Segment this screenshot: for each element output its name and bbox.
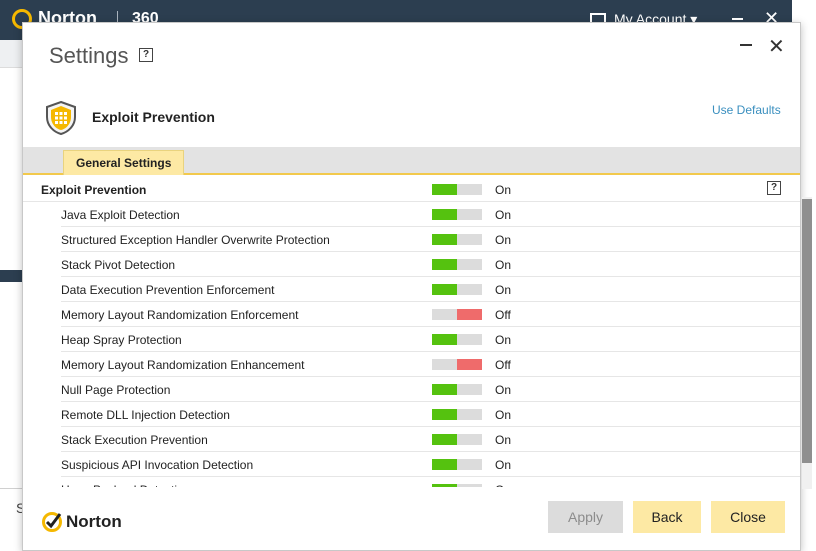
- toggle-on-fill: [432, 459, 457, 470]
- setting-label: Data Execution Prevention Enforcement: [61, 283, 275, 297]
- toggle-state-label: On: [495, 183, 512, 197]
- toggle-on-fill: [432, 284, 457, 295]
- apply-button[interactable]: Apply: [548, 501, 623, 533]
- toggle-switch[interactable]: [432, 259, 482, 270]
- toggle-switch[interactable]: [432, 359, 482, 370]
- setting-label: Stack Pivot Detection: [61, 258, 176, 272]
- toggle-on-fill: [432, 434, 457, 445]
- footer-logo: Norton: [41, 511, 122, 533]
- settings-row: Memory Layout Randomization Enhancement O…: [23, 352, 800, 377]
- back-button[interactable]: Back: [633, 501, 701, 533]
- toggle-on-fill: [432, 334, 457, 345]
- setting-label: Java Exploit Detection: [61, 208, 180, 222]
- toggle-switch[interactable]: [432, 334, 482, 345]
- settings-row: Java Exploit Detection On: [23, 202, 800, 227]
- toggle-state-label: Off: [495, 308, 511, 322]
- settings-row: Structured Exception Handler Overwrite P…: [23, 227, 800, 252]
- help-icon[interactable]: ?: [767, 181, 781, 195]
- settings-header-row: Exploit Prevention On?: [23, 177, 800, 202]
- toggle-switch[interactable]: [432, 409, 482, 420]
- toggle-on-fill: [432, 234, 457, 245]
- background-panel: [0, 40, 22, 68]
- settings-row: Heap Spray Protection On: [23, 327, 800, 352]
- toggle-on-fill: [432, 259, 457, 270]
- toggle-switch[interactable]: [432, 284, 482, 295]
- setting-label: Remote DLL Injection Detection: [61, 408, 230, 422]
- setting-label: Heap Payload Detection: [61, 483, 190, 487]
- minimize-button[interactable]: [740, 44, 752, 46]
- section-title: Exploit Prevention: [92, 109, 215, 125]
- setting-label: Structured Exception Handler Overwrite P…: [61, 233, 330, 247]
- scrollbar-thumb[interactable]: [802, 199, 812, 463]
- toggle-switch[interactable]: [432, 384, 482, 395]
- toggle-switch[interactable]: [432, 309, 482, 320]
- toggle-on-fill: [432, 409, 457, 420]
- help-icon[interactable]: ?: [139, 48, 153, 62]
- toggle-state-label: On: [495, 283, 512, 297]
- toggle-switch[interactable]: [432, 209, 482, 220]
- norton-check-icon: [42, 512, 62, 532]
- toggle-switch[interactable]: [432, 184, 482, 195]
- toggle-state-label: On: [495, 208, 512, 222]
- setting-label: Memory Layout Randomization Enforcement: [61, 308, 299, 322]
- toggle-state-label: Off: [495, 358, 511, 372]
- toggle-off-fill: [457, 359, 482, 370]
- use-defaults-link[interactable]: Use Defaults: [712, 103, 781, 117]
- toggle-on-fill: [432, 484, 457, 487]
- setting-label: Suspicious API Invocation Detection: [61, 458, 254, 472]
- settings-row: Stack Pivot Detection On: [23, 252, 800, 277]
- toggle-state-label: On: [495, 458, 512, 472]
- background-band: [0, 270, 22, 282]
- setting-label: Heap Spray Protection: [61, 333, 182, 347]
- setting-label: Null Page Protection: [61, 383, 171, 397]
- tab-bar: General Settings: [23, 147, 800, 175]
- settings-row: Memory Layout Randomization Enforcement O…: [23, 302, 800, 327]
- toggle-switch[interactable]: [432, 484, 482, 487]
- toggle-state-label: On: [495, 233, 512, 247]
- settings-row: Suspicious API Invocation Detection On: [23, 452, 800, 477]
- toggle-switch[interactable]: [432, 434, 482, 445]
- main-minimize-button[interactable]: [732, 18, 743, 20]
- toggle-on-fill: [432, 209, 457, 220]
- setting-label: Memory Layout Randomization Enhancement: [61, 358, 305, 372]
- settings-row: Data Execution Prevention Enforcement On: [23, 277, 800, 302]
- setting-label: Stack Execution Prevention: [61, 433, 208, 447]
- toggle-switch[interactable]: [432, 234, 482, 245]
- toggle-state-label: On: [495, 383, 512, 397]
- toggle-switch[interactable]: [432, 459, 482, 470]
- close-icon[interactable]: ✕: [768, 34, 785, 59]
- settings-row: Null Page Protection On: [23, 377, 800, 402]
- background-divider: [0, 488, 22, 489]
- toggle-state-label: On: [495, 408, 512, 422]
- toggle-on-fill: [432, 384, 457, 395]
- toggle-off-fill: [457, 309, 482, 320]
- settings-row: Heap Payload Detection On: [23, 477, 800, 487]
- toggle-state-label: On: [495, 433, 512, 447]
- toggle-on-fill: [432, 184, 457, 195]
- settings-row: Stack Execution Prevention On: [23, 427, 800, 452]
- toggle-state-label: On: [495, 483, 511, 487]
- toggle-state-label: On: [495, 258, 512, 272]
- footer-brand: Norton: [66, 512, 122, 531]
- settings-dialog: Settings ? ✕ Exploit Prevention Use Defa…: [22, 22, 812, 551]
- toggle-state-label: On: [495, 333, 512, 347]
- scrollbar[interactable]: [802, 197, 812, 489]
- tab-general-settings[interactable]: General Settings: [63, 150, 185, 175]
- shield-icon: [46, 101, 76, 135]
- setting-label: Exploit Prevention: [41, 183, 147, 197]
- dialog-title: Settings: [49, 43, 129, 68]
- settings-row: Remote DLL Injection Detection On: [23, 402, 800, 427]
- close-button[interactable]: Close: [711, 501, 785, 533]
- settings-list: Exploit Prevention On? Java Exploit Detect…: [23, 177, 800, 487]
